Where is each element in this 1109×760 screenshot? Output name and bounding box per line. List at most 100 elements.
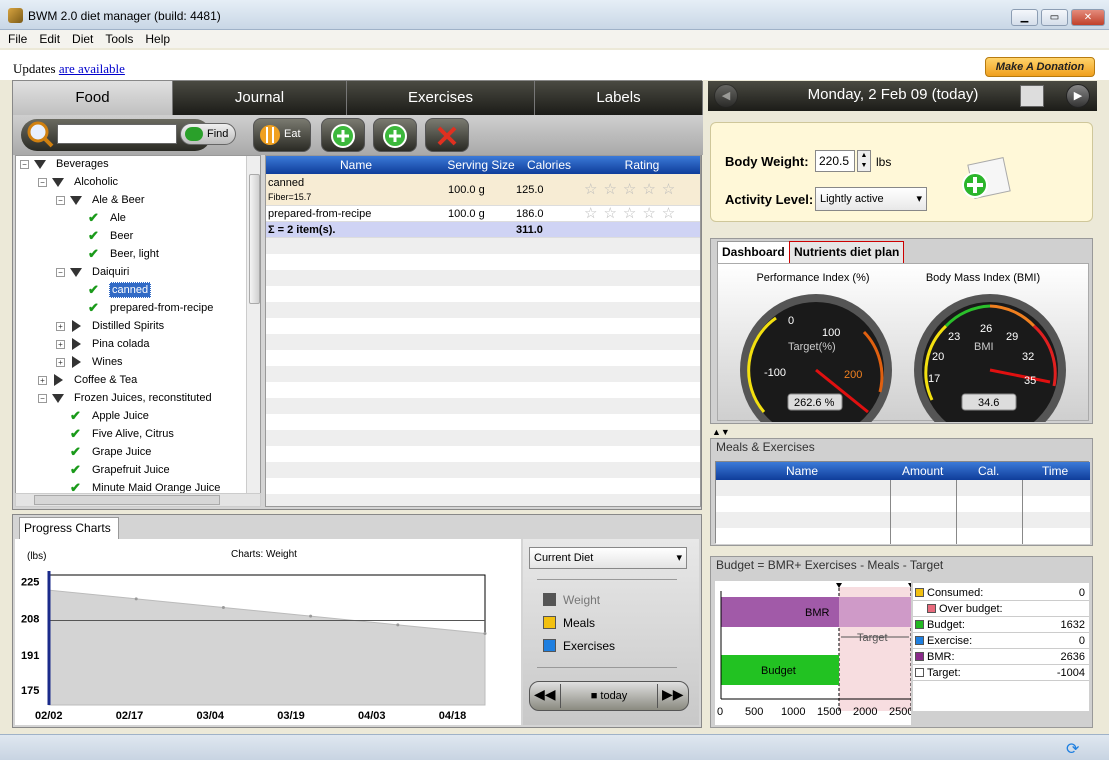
legend-swatch-exercises[interactable]	[543, 639, 556, 652]
empty-rows	[266, 238, 700, 506]
tree-leaf[interactable]: Ale	[110, 212, 126, 224]
expand-toggle[interactable]: +	[56, 340, 65, 349]
sum-row: Σ = 2 item(s). 311.0	[266, 222, 700, 238]
tree-node[interactable]: Coffee & Tea	[74, 374, 137, 386]
menu-edit[interactable]: Edit	[31, 30, 64, 46]
add-circle-icon	[331, 124, 355, 148]
tree-leaf[interactable]: Grapefruit Juice	[92, 464, 170, 476]
tab-journal[interactable]: Journal	[173, 81, 347, 115]
legend-bmr: BMR: 2636	[913, 649, 1089, 665]
col-amount[interactable]: Amount	[902, 464, 943, 478]
add-recipe-button[interactable]	[373, 118, 417, 152]
next-day-button[interactable]: ▶	[1066, 84, 1090, 108]
tree-horizontal-scrollbar[interactable]	[15, 493, 261, 507]
tab-labels[interactable]: Labels	[535, 81, 703, 115]
collapse-toggle[interactable]: −	[56, 196, 65, 205]
tree-leaf[interactable]: prepared-from-recipe	[110, 302, 213, 314]
splitter-arrows[interactable]: ▲▼	[712, 427, 730, 437]
body-weight-input[interactable]: 220.5	[815, 150, 855, 172]
col-rating[interactable]: Rating	[582, 158, 700, 172]
close-button[interactable]: ✕	[1071, 9, 1105, 26]
legend-swatch-meals[interactable]	[543, 616, 556, 629]
delete-button[interactable]	[425, 118, 469, 152]
tab-progress-charts[interactable]: Progress Charts	[19, 517, 119, 539]
add-note-button[interactable]	[961, 157, 1011, 201]
tree-node[interactable]: Beverages	[56, 158, 109, 170]
forward-button[interactable]: ▶▶	[662, 686, 684, 703]
rating-stars[interactable]: ☆☆☆☆☆	[584, 180, 681, 198]
table-row[interactable]: prepared-from-recipe 100.0 g 186.0 ☆☆☆☆☆	[266, 204, 700, 222]
status-bar: ⟳	[0, 734, 1109, 760]
budget-xtick: 0	[717, 706, 723, 718]
collapse-toggle[interactable]: −	[38, 394, 47, 403]
expand-toggle[interactable]: +	[56, 358, 65, 367]
tree-leaf[interactable]: Apple Juice	[92, 410, 149, 422]
collapse-toggle[interactable]: −	[38, 178, 47, 187]
tree-vertical-scrollbar[interactable]	[246, 156, 260, 494]
legend-exercises[interactable]: Exercises	[563, 639, 615, 653]
calendar-icon[interactable]	[1020, 85, 1044, 107]
collapse-toggle[interactable]: −	[20, 160, 29, 169]
tree-node[interactable]: Distilled Spirits	[92, 320, 164, 332]
eat-button[interactable]: Eat	[253, 118, 311, 152]
col-serving[interactable]: Serving Size	[446, 158, 516, 172]
updates-link[interactable]: are available	[59, 61, 125, 76]
add-food-button[interactable]	[321, 118, 365, 152]
rating-stars[interactable]: ☆☆☆☆☆	[584, 204, 681, 222]
weight-spinner[interactable]: ▲ ▼	[857, 150, 871, 172]
refresh-icon[interactable]: ⟳	[1066, 739, 1079, 759]
expand-toggle[interactable]: +	[38, 376, 47, 385]
tree-leaf[interactable]: Beer, light	[110, 248, 159, 260]
search-input[interactable]	[57, 124, 177, 144]
tab-nutrients-diet-plan[interactable]: Nutrients diet plan	[789, 241, 905, 263]
tree-node[interactable]: Wines	[92, 356, 123, 368]
legend-weight[interactable]: Weight	[563, 593, 600, 607]
col-name[interactable]: Name	[266, 158, 446, 172]
chart-title: Charts: Weight	[231, 549, 297, 560]
menu-help[interactable]: Help	[137, 30, 174, 46]
scroll-thumb[interactable]	[34, 495, 220, 505]
tree-leaf[interactable]: Grape Juice	[92, 446, 151, 458]
tab-food[interactable]: Food	[13, 81, 173, 115]
food-tree[interactable]: − Beverages − Alcoholic − Ale & Beer ✔ A…	[15, 155, 261, 495]
donate-button[interactable]: Make A Donation	[985, 57, 1095, 77]
collapse-toggle[interactable]: −	[56, 268, 65, 277]
tree-node[interactable]: Daiquiri	[92, 266, 129, 278]
budget-xtick: 1500	[817, 706, 841, 718]
tree-node[interactable]: Frozen Juices, reconstituted	[74, 392, 212, 404]
menu-file[interactable]: File	[0, 30, 31, 46]
legend-meals[interactable]: Meals	[563, 616, 595, 630]
activity-level-select[interactable]: Lightly active ▾	[815, 187, 927, 211]
weight-point	[221, 606, 225, 609]
table-row[interactable]: canned Fiber=15.7 100.0 g 125.0 ☆☆☆☆☆	[266, 174, 700, 206]
gauge1-label: Target(%)	[788, 341, 836, 353]
expand-toggle[interactable]: +	[56, 322, 65, 331]
tab-dashboard[interactable]: Dashboard	[717, 241, 790, 263]
gauge2-tick: 35	[1024, 375, 1036, 387]
today-button[interactable]: ■ today	[560, 684, 658, 708]
tree-node[interactable]: Alcoholic	[74, 176, 118, 188]
x-tick-label: 03/04	[196, 710, 224, 722]
diet-select[interactable]: Current Diet ▾	[529, 547, 687, 569]
menu-tools[interactable]: Tools	[97, 30, 137, 46]
scroll-thumb[interactable]	[249, 174, 260, 304]
find-button[interactable]: Find	[180, 123, 236, 145]
menu-diet[interactable]: Diet	[64, 30, 97, 46]
col-time[interactable]: Time	[1042, 464, 1068, 478]
col-cal[interactable]: Cal.	[978, 464, 999, 478]
legend-swatch-weight[interactable]	[543, 593, 556, 606]
maximize-button[interactable]: ▭	[1041, 9, 1068, 26]
tree-node[interactable]: Ale & Beer	[92, 194, 145, 206]
col-calories[interactable]: Calories	[516, 158, 582, 172]
tree-leaf-selected[interactable]: canned	[109, 282, 152, 298]
tree-node[interactable]: Pina colada	[92, 338, 150, 350]
col-name[interactable]: Name	[786, 464, 818, 478]
meals-grid: Name Amount Cal. Time	[715, 461, 1090, 544]
tree-leaf[interactable]: Beer	[110, 230, 133, 242]
tab-exercises[interactable]: Exercises	[347, 81, 535, 115]
gauge1-tick: 200	[844, 369, 862, 381]
tree-leaf[interactable]: Five Alive, Citrus	[92, 428, 174, 440]
minimize-button[interactable]: ▁	[1011, 9, 1038, 26]
rewind-button[interactable]: ◀◀	[534, 686, 556, 703]
prev-day-button[interactable]: ◀	[714, 84, 738, 108]
